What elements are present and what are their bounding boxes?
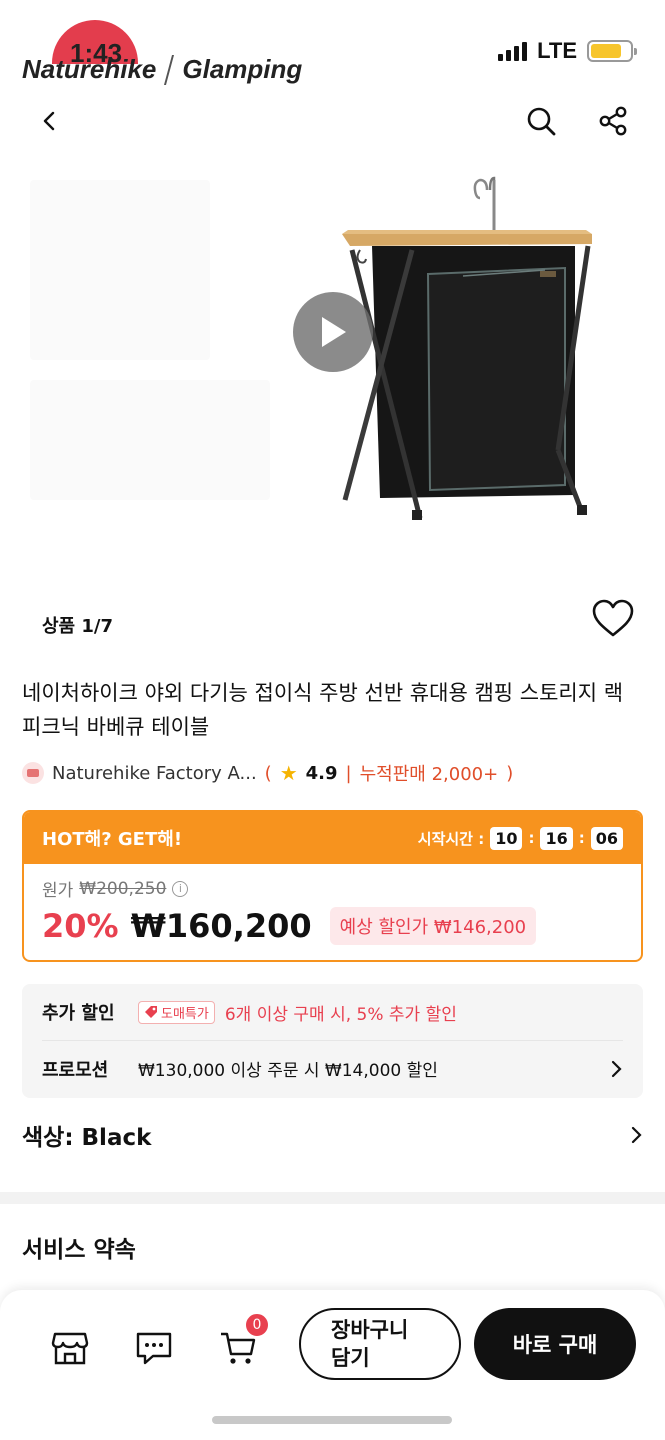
timer-hours: 10: [490, 826, 523, 850]
promotion-row[interactable]: 프로모션 ₩130,000 이상 주문 시 ₩14,000 할인: [42, 1040, 623, 1096]
seller-row[interactable]: Naturehike Factory A... ( ★ 4.9 | 누적판매 2…: [22, 760, 513, 786]
product-title: 네이처하이크 야외 다기능 접이식 주방 선반 휴대용 캠핑 스토리지 랙 피크…: [22, 681, 624, 739]
search-icon: [527, 107, 556, 136]
tag-icon: [145, 1006, 157, 1018]
store-button[interactable]: [48, 1326, 92, 1370]
hot-deal-title: HOT해? GET해!: [42, 829, 183, 850]
wholesale-tag-label: 도매특가: [161, 1006, 209, 1022]
promotion-text: ₩130,000 이상 주문 시 ₩14,000 할인: [138, 1061, 438, 1081]
benefits-box: 추가 할인 도매특가 6개 이상 구매 시, 5% 추가 할인 프로모션 ₩13…: [22, 984, 643, 1098]
extra-discount-row: 추가 할인 도매특가 6개 이상 구매 시, 5% 추가 할인: [42, 984, 623, 1040]
timer-seconds: 06: [590, 826, 623, 850]
home-indicator: [212, 1416, 452, 1424]
wishlist-button[interactable]: [591, 598, 635, 642]
hot-deal-header: HOT해? GET해! 시작시간 : 10 : 16 : 06: [24, 812, 641, 864]
timer-minutes: 16: [540, 826, 573, 850]
store-icon: [51, 1332, 89, 1365]
battery-icon: [587, 40, 637, 62]
brand-logo: Naturehike Glamping: [22, 20, 303, 85]
paren-open: (: [264, 762, 272, 784]
promotion-label: 프로모션: [42, 1059, 109, 1081]
chevron-right-icon: [631, 1126, 642, 1144]
timer-label: 시작시간 :: [417, 829, 485, 848]
color-option-row[interactable]: 색상: Black: [22, 1112, 643, 1158]
seller-name[interactable]: Naturehike Factory A...: [52, 763, 257, 784]
search-button[interactable]: [516, 96, 566, 146]
info-icon[interactable]: i: [172, 880, 189, 897]
play-icon: [322, 317, 346, 347]
gallery-row: 상품 1/7: [0, 598, 665, 648]
wholesale-tag: 도매특가: [138, 1000, 215, 1024]
star-icon: ★: [279, 761, 298, 785]
paren-close: ): [506, 762, 514, 784]
status-bar: Naturehike Glamping 1:43 LTE: [0, 0, 665, 100]
seller-sold-count: 누적판매 2,000+: [359, 764, 499, 785]
network-label: LTE: [537, 38, 577, 63]
top-nav: [0, 96, 665, 146]
original-price-row: 원가 ₩200,250 i: [42, 876, 623, 901]
color-option-label: 색상: Black: [22, 1125, 152, 1151]
discount-percent: 20%: [42, 907, 119, 945]
timer-colon: :: [528, 829, 535, 847]
store-icon: [22, 762, 44, 784]
extra-discount-label: 추가 할인: [42, 1003, 115, 1024]
sale-price: ₩160,200: [130, 907, 312, 945]
deal-timer: 시작시간 : 10 : 16 : 06: [417, 826, 623, 850]
chevron-right-icon: [611, 1060, 622, 1077]
share-button[interactable]: [588, 96, 638, 146]
seller-separator: |: [345, 762, 352, 784]
back-button[interactable]: [24, 96, 74, 146]
timer-colon: :: [578, 829, 585, 847]
cart-button[interactable]: 0: [216, 1312, 270, 1370]
brand-name-right: Glamping: [182, 54, 303, 84]
signal-icon: [498, 41, 528, 61]
bottom-action-bar: 0 장바구니 담기 바로 구매: [0, 1290, 665, 1440]
brand-separator: [164, 54, 175, 85]
chat-icon: [136, 1332, 172, 1365]
status-time: 1:43: [70, 38, 123, 68]
price-row: 20% ₩160,200 예상 할인가 ₩146,200: [42, 907, 623, 945]
heart-icon: [592, 599, 634, 637]
expected-price-badge: 예상 할인가 ₩146,200: [329, 907, 537, 945]
play-video-button[interactable]: [293, 292, 373, 372]
original-price-label: 원가: [42, 881, 74, 901]
chat-button[interactable]: [132, 1326, 176, 1370]
cart-count-badge: 0: [244, 1312, 270, 1338]
share-icon: [599, 106, 627, 136]
hot-deal-box: HOT해? GET해! 시작시간 : 10 : 16 : 06 원가 ₩200,…: [22, 810, 643, 962]
service-promise-title: 서비스 약속: [22, 1237, 136, 1263]
seller-rating: 4.9: [305, 762, 338, 784]
chevron-left-icon: [43, 111, 55, 131]
product-image[interactable]: [0, 150, 665, 580]
section-divider: [0, 1192, 665, 1204]
add-to-cart-button[interactable]: 장바구니 담기: [299, 1308, 461, 1380]
original-price: ₩200,250: [79, 878, 167, 899]
gallery-counter: 상품 1/7: [42, 616, 114, 637]
buy-now-button[interactable]: 바로 구매: [474, 1308, 636, 1380]
extra-discount-text: 6개 이상 구매 시, 5% 추가 할인: [224, 1004, 457, 1025]
